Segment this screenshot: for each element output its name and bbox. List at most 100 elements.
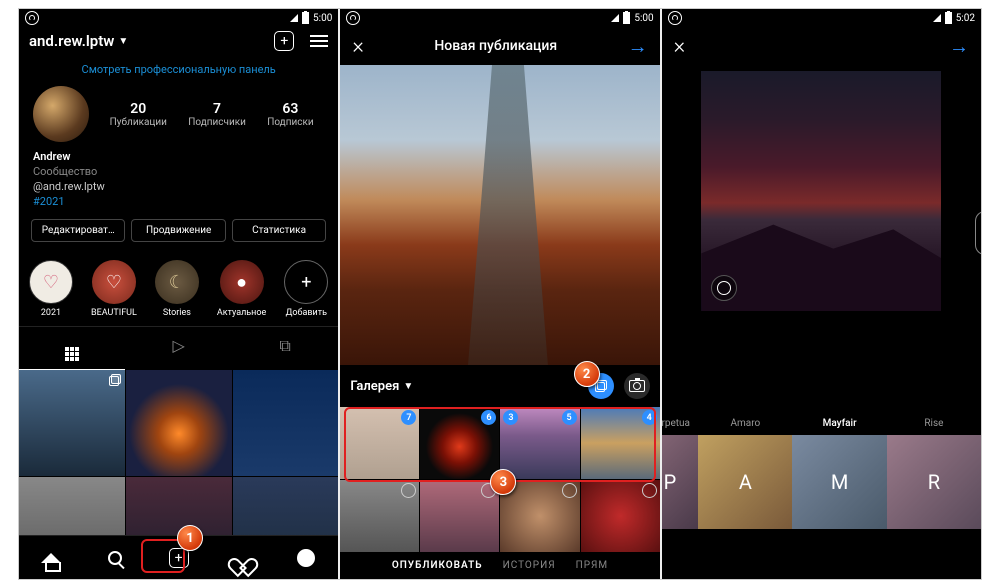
signal-icon: [290, 14, 298, 22]
bio: Andrew Сообщество @and.rew.lptw #2021: [19, 142, 338, 211]
stat-posts[interactable]: 20 Публикации: [110, 101, 167, 128]
screen-filters: 5:02 × → Perpetua Amaro Mayfair Rise P: [662, 9, 981, 579]
annotation-1: 1: [177, 525, 203, 551]
tab-reels[interactable]: ▷: [125, 327, 231, 370]
close-icon[interactable]: ×: [674, 34, 686, 59]
shazam-icon: [25, 11, 39, 25]
status-bar: 5:02: [662, 9, 981, 27]
profile-buttons: Редактироват… Продвижение Статистика: [19, 211, 338, 250]
story-add[interactable]: +Добавить: [284, 260, 328, 318]
bio-category: Сообщество: [33, 165, 324, 180]
professional-panel-link[interactable]: Смотреть профессиональную панель: [19, 57, 338, 86]
gallery-thumb[interactable]: [420, 480, 499, 552]
filter-thumb[interactable]: M: [792, 435, 886, 529]
edit-profile-button[interactable]: Редактироват…: [31, 219, 125, 242]
selection-badge: 6: [481, 410, 496, 425]
nav-profile[interactable]: [295, 547, 317, 569]
bio-mention[interactable]: @and.rew.lptw: [33, 180, 324, 195]
close-icon[interactable]: ×: [352, 34, 364, 59]
filter-thumb[interactable]: A: [698, 435, 792, 529]
empty-badge: [562, 483, 577, 498]
photo-preview[interactable]: [340, 65, 659, 365]
post-thumb[interactable]: [126, 370, 232, 476]
screen-profile: 5:00 and.rew.lptw ▼ + Смотреть профессио…: [19, 9, 338, 579]
empty-badge: [401, 483, 416, 498]
profile-tabs: ▷ ⧉: [19, 326, 338, 370]
selection-badge: 3: [503, 410, 518, 425]
camera-button[interactable]: [624, 373, 650, 399]
post-mode-tabs: ОПУБЛИКОВАТЬ ИСТОРИЯ ПРЯМ: [340, 560, 659, 571]
chevron-down-icon: ▼: [403, 381, 413, 392]
stat-following[interactable]: 63 Подписки: [267, 101, 313, 128]
filter-preview[interactable]: [701, 71, 941, 311]
clock: 5:00: [634, 13, 653, 24]
carousel-pager[interactable]: [975, 211, 981, 255]
empty-badge: [642, 483, 657, 498]
mode-live[interactable]: ПРЯМ: [576, 560, 609, 571]
story-1[interactable]: ♡2021: [29, 260, 73, 318]
shazam-icon: [346, 11, 360, 25]
stories-row: ♡2021 ♡BEAUTIFUL ☾Stories ●Актуальное +Д…: [19, 250, 338, 326]
story-3[interactable]: ☾Stories: [155, 260, 199, 318]
battery-icon: [623, 12, 630, 24]
shazam-icon: [668, 11, 682, 25]
profile-header: and.rew.lptw ▼ +: [19, 27, 338, 57]
new-post-header: × Новая публикация →: [340, 27, 659, 65]
next-arrow-icon[interactable]: →: [949, 34, 969, 59]
post-thumb[interactable]: [233, 370, 339, 476]
battery-icon: [945, 12, 952, 24]
gallery-selector-row: Галерея ▼: [340, 365, 659, 407]
story-2[interactable]: ♡BEAUTIFUL: [91, 260, 137, 318]
mode-story[interactable]: ИСТОРИЯ: [503, 560, 556, 571]
filter-label-active[interactable]: Mayfair: [792, 418, 886, 435]
search-icon: [108, 551, 122, 565]
gallery-thumb[interactable]: [340, 480, 419, 552]
selection-badge: 5: [562, 410, 577, 425]
gallery-thumb[interactable]: 4: [581, 407, 660, 479]
nav-search[interactable]: [104, 547, 126, 569]
bio-name: Andrew: [33, 150, 324, 165]
status-bar: 5:00: [19, 9, 338, 27]
multi-icon: [109, 374, 121, 386]
create-post-icon[interactable]: +: [274, 31, 294, 51]
filter-label[interactable]: Amaro: [698, 418, 792, 435]
selection-badge: 4: [642, 410, 657, 425]
screen-title: Новая публикация: [434, 38, 557, 54]
clock: 5:02: [956, 13, 975, 24]
gallery-dropdown[interactable]: Галерея ▼: [350, 379, 413, 394]
tab-grid[interactable]: [19, 327, 125, 370]
filter-label[interactable]: Rise: [887, 418, 981, 435]
camera-icon: [629, 380, 645, 392]
chevron-down-icon: ▼: [118, 36, 128, 47]
tab-tagged[interactable]: ⧉: [232, 327, 338, 370]
gallery-thumb[interactable]: 53: [500, 407, 579, 479]
promote-button[interactable]: Продвижение: [131, 219, 225, 242]
post-thumb[interactable]: [19, 370, 125, 476]
menu-icon[interactable]: [310, 35, 328, 47]
gallery-thumb[interactable]: [581, 480, 660, 552]
stat-followers[interactable]: 7 Подписчики: [188, 101, 246, 128]
nav-home[interactable]: [40, 547, 62, 569]
filter-thumb[interactable]: R: [887, 435, 981, 529]
clock: 5:00: [313, 13, 332, 24]
home-icon: [41, 553, 61, 563]
heart-icon: [234, 550, 252, 566]
stats-button[interactable]: Статистика: [232, 219, 326, 242]
gallery-thumb[interactable]: 6: [420, 407, 499, 479]
battery-icon: [302, 12, 309, 24]
bio-hashtag[interactable]: #2021: [33, 195, 324, 210]
filter-label[interactable]: Perpetua: [662, 418, 699, 435]
gallery-thumb[interactable]: 7: [340, 407, 419, 479]
status-bar: 5:00: [340, 9, 659, 27]
mode-publish[interactable]: ОПУБЛИКОВАТЬ: [392, 560, 483, 571]
next-arrow-icon[interactable]: →: [628, 34, 648, 59]
screen-new-post: 5:00 × Новая публикация → Галерея ▼ 7 6 …: [340, 9, 659, 579]
username-dropdown[interactable]: and.rew.lptw ▼: [29, 32, 128, 50]
signal-icon: [611, 14, 619, 22]
profile-stats-row: 20 Публикации 7 Подписчики 63 Подписки: [19, 86, 338, 142]
nav-activity[interactable]: [232, 547, 254, 569]
filter-strip: Perpetua Amaro Mayfair Rise P A M R: [662, 418, 981, 529]
filter-thumb[interactable]: P: [662, 435, 699, 529]
story-4[interactable]: ●Актуальное: [217, 260, 266, 318]
avatar[interactable]: [33, 86, 89, 142]
